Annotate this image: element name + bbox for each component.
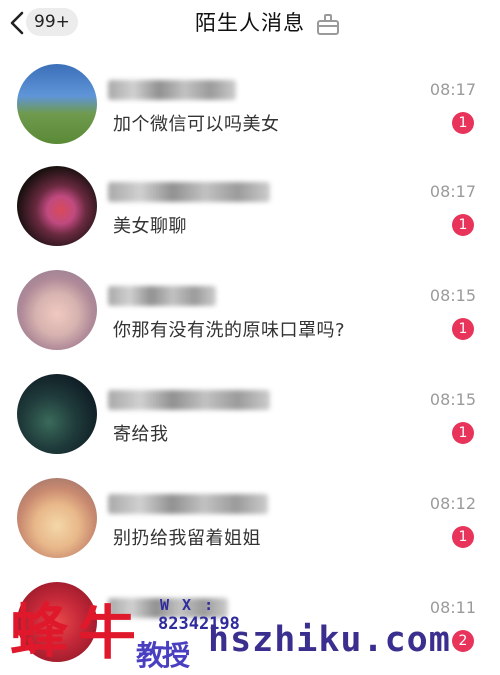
message-preview: 美女聊聊 [113,216,187,237]
avatar[interactable] [17,374,97,454]
sender-name-blurred [108,182,270,202]
unread-badge: 2 [452,630,474,652]
unread-badge: 1 [452,112,474,134]
clear-broom-icon[interactable] [314,10,342,38]
message-time: 08:11 [429,598,476,617]
unread-badge: 1 [452,318,474,340]
unread-badge: 1 [452,214,474,236]
message-preview: 寄给我 [113,424,169,445]
message-time: 08:12 [429,494,476,513]
top-bar: 99+ 陌生人消息 [0,0,500,48]
avatar[interactable] [17,582,97,662]
message-preview: 别扔给我留着姐姐 [113,528,261,549]
sender-name-blurred [108,390,270,410]
page-title: 陌生人消息 [195,11,305,35]
message-row[interactable]: 别扔给我留着姐姐 08:12 1 [0,466,500,570]
message-preview: 你那有没有洗的原味口罩吗? [113,320,346,341]
message-time: 08:15 [429,286,476,305]
message-row[interactable]: 寄给我 08:15 1 [0,362,500,466]
unread-badge: 1 [452,422,474,444]
sender-name-blurred [108,80,236,100]
avatar[interactable] [17,64,97,144]
message-row[interactable]: 加个微信可以吗美女 08:17 1 [0,52,500,156]
avatar[interactable] [17,478,97,558]
avatar[interactable] [17,166,97,246]
message-preview: 加个微信可以吗美女 [113,114,280,135]
message-row[interactable]: 美女聊聊 08:17 1 [0,154,500,258]
unread-badge: 1 [452,526,474,548]
message-row[interactable]: 你那有没有洗的原味口罩吗? 08:15 1 [0,258,500,362]
message-row[interactable]: 08:11 2 [0,570,500,674]
message-time: 08:17 [429,182,476,201]
sender-name-blurred [108,494,268,514]
avatar[interactable] [17,270,97,350]
message-time: 08:17 [429,80,476,99]
sender-name-blurred [108,598,228,618]
message-time: 08:15 [429,390,476,409]
sender-name-blurred [108,286,216,306]
